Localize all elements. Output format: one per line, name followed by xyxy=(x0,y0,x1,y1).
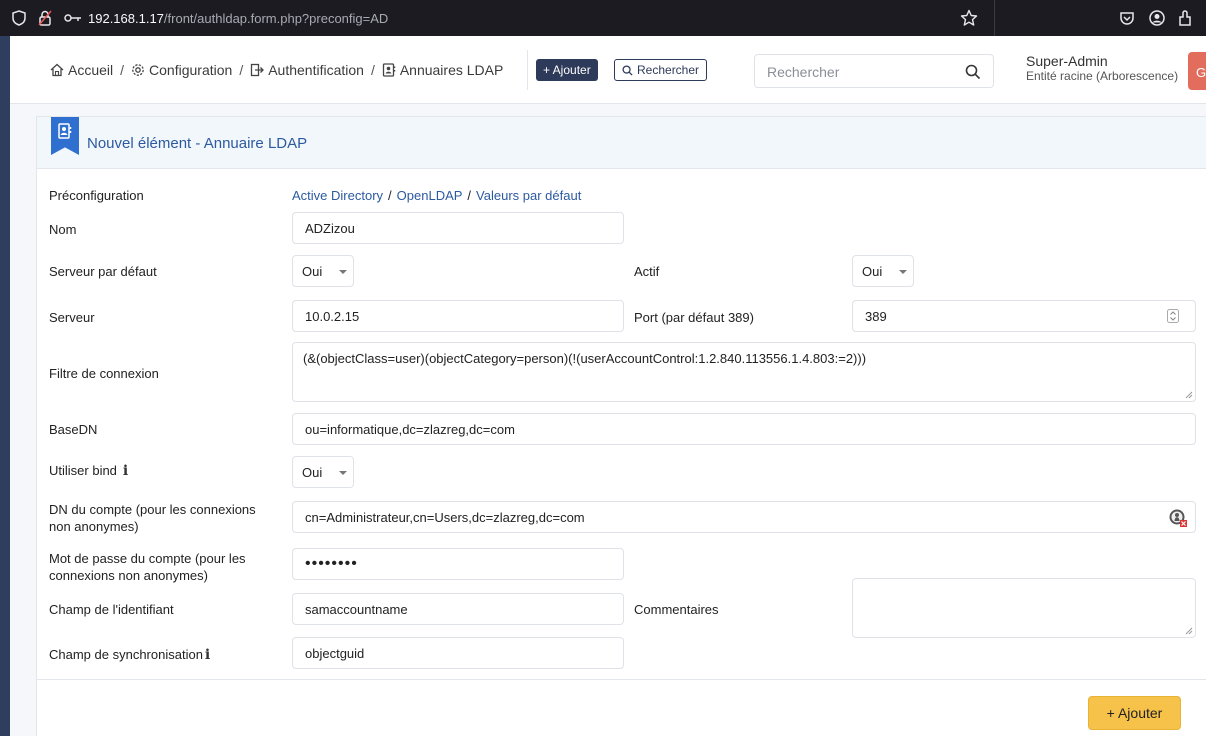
breadcrumb-separator: / xyxy=(370,62,375,78)
bind-label: Utiliser bind xyxy=(49,463,117,478)
search-input[interactable] xyxy=(767,62,957,82)
resize-grip-icon[interactable] xyxy=(1185,627,1193,635)
url-bar-divider xyxy=(994,0,995,36)
card-ribbon xyxy=(51,117,79,155)
chevron-down-icon xyxy=(899,270,907,274)
bookmark-star-icon[interactable] xyxy=(960,9,978,27)
key-icon[interactable] xyxy=(64,13,82,23)
address-book-icon xyxy=(382,63,396,77)
login-field-label: Champ de l'identifiant xyxy=(49,602,174,617)
url-host: 192.168.1.17 xyxy=(88,10,164,26)
actif-value: Oui xyxy=(862,263,883,279)
extensions-icon[interactable] xyxy=(1177,9,1193,27)
info-icon[interactable]: i xyxy=(123,463,128,479)
lock-insecure-icon[interactable] xyxy=(38,10,52,26)
search-icon xyxy=(622,64,633,76)
form-footer-divider xyxy=(37,679,1206,680)
breadcrumb: Accueil / Configuration / Authentificati… xyxy=(50,62,503,78)
nav-divider xyxy=(527,50,528,90)
account-icon[interactable] xyxy=(1149,10,1165,26)
search-icon[interactable] xyxy=(965,64,981,80)
dn-input[interactable]: cn=Administrateur,cn=Users,dc=zlazreg,dc… xyxy=(292,501,1196,533)
comments-textarea[interactable] xyxy=(852,578,1196,638)
default-server-label: Serveur par défaut xyxy=(49,264,157,279)
pocket-icon[interactable] xyxy=(1119,10,1135,26)
dn-label: DN du compte (pour les connexions non ano… xyxy=(49,501,256,535)
breadcrumb-home[interactable]: Accueil xyxy=(68,62,113,78)
nom-input[interactable]: ADZizou xyxy=(292,212,624,244)
chevron-down-icon xyxy=(339,471,347,475)
default-server-value: Oui xyxy=(302,263,323,279)
avatar[interactable]: GL xyxy=(1188,52,1206,90)
comments-label: Commentaires xyxy=(634,602,719,617)
preconfig-link-defaults[interactable]: Valeurs par défaut xyxy=(476,188,581,203)
login-field-input[interactable]: samaccountname xyxy=(292,593,624,625)
stepper-icon[interactable] xyxy=(1167,309,1179,323)
url-text[interactable]: 192.168.1.17/front/authldap.form.php?pre… xyxy=(88,11,388,26)
preconfig-label: Préconfiguration xyxy=(49,188,144,203)
breadcrumb-separator: / xyxy=(239,62,244,78)
info-icon[interactable]: i xyxy=(205,647,210,663)
user-menu[interactable]: Super-Admin Entité racine (Arborescence) xyxy=(1026,54,1178,84)
basedn-label: BaseDN xyxy=(49,422,98,437)
filter-value: (&(objectClass=user)(objectCategory=pers… xyxy=(303,351,867,366)
preconfig-links: Active Directory / OpenLDAP / Valeurs par dé… xyxy=(292,188,581,203)
preconfig-link-openldap[interactable]: OpenLDAP xyxy=(397,188,463,203)
shield-icon[interactable] xyxy=(12,10,26,26)
home-icon xyxy=(50,63,64,77)
sync-label: Champ de synchronisation xyxy=(49,647,203,662)
bind-value: Oui xyxy=(302,464,323,480)
password-label-line1: Mot de passe du compte (pour les xyxy=(49,551,246,566)
filter-textarea[interactable]: (&(objectClass=user)(objectCategory=pers… xyxy=(292,342,1196,402)
breadcrumb-configuration[interactable]: Configuration xyxy=(149,62,232,78)
bind-select[interactable]: Oui xyxy=(292,456,354,488)
breadcrumb-authentification[interactable]: Authentification xyxy=(268,62,364,78)
default-server-select[interactable]: Oui xyxy=(292,255,354,287)
server-input[interactable]: 10.0.2.15 xyxy=(292,300,624,332)
page-title: Nouvel élément - Annuaire LDAP xyxy=(87,135,308,152)
password-label: Mot de passe du compte (pour les connexio… xyxy=(49,550,246,584)
add-button[interactable]: + Ajouter xyxy=(536,59,598,81)
actif-label: Actif xyxy=(634,264,660,279)
user-name: Super-Admin xyxy=(1026,53,1108,69)
search-button[interactable]: Rechercher xyxy=(614,59,708,81)
sync-input[interactable]: objectguid xyxy=(292,637,624,669)
preconfig-link-active-directory[interactable]: Active Directory xyxy=(292,188,383,203)
breadcrumb-annuaires-ldap[interactable]: Annuaires LDAP xyxy=(400,62,504,78)
dn-label-line2: non anonymes) xyxy=(49,519,139,534)
password-manager-icon[interactable] xyxy=(1168,508,1188,528)
sign-in-icon xyxy=(251,63,265,77)
link-separator: / xyxy=(467,188,472,203)
actif-select[interactable]: Oui xyxy=(852,255,914,287)
sidebar-collapsed xyxy=(0,36,10,736)
bind-label-row: Utiliser bind i xyxy=(49,462,128,480)
nom-label: Nom xyxy=(49,222,77,237)
card-header: Nouvel élément - Annuaire LDAP xyxy=(37,117,1206,169)
server-label: Serveur xyxy=(49,310,95,325)
port-label: Port (par défaut 389) xyxy=(634,310,754,325)
dn-label-line1: DN du compte (pour les connexions xyxy=(49,502,256,517)
password-input[interactable]: •••••••• xyxy=(292,548,624,580)
submit-add-button[interactable]: + Ajouter xyxy=(1088,696,1181,730)
user-entity: Entité racine (Arborescence) xyxy=(1026,69,1179,83)
search-button-label: Rechercher xyxy=(637,63,700,77)
global-search xyxy=(754,54,994,88)
address-book-icon xyxy=(58,123,72,139)
password-label-line2: connexions non anonymes) xyxy=(49,568,208,583)
resize-grip-icon[interactable] xyxy=(1185,391,1193,399)
browser-url-bar: 192.168.1.17/front/authldap.form.php?pre… xyxy=(0,0,1206,36)
filter-label: Filtre de connexion xyxy=(49,366,159,381)
link-separator: / xyxy=(388,188,392,203)
chevron-down-icon xyxy=(339,270,347,274)
url-path: /front/authldap.form.php?preconfig=AD xyxy=(163,10,389,26)
gear-icon xyxy=(132,64,144,76)
top-navigation: Accueil / Configuration / Authentificati… xyxy=(10,36,1206,104)
sync-label-row: Champ de synchronisation i xyxy=(49,646,210,664)
port-input[interactable]: 389 xyxy=(852,300,1196,332)
basedn-input[interactable]: ou=informatique,dc=zlazreg,dc=com xyxy=(292,413,1196,445)
breadcrumb-separator: / xyxy=(120,62,125,78)
